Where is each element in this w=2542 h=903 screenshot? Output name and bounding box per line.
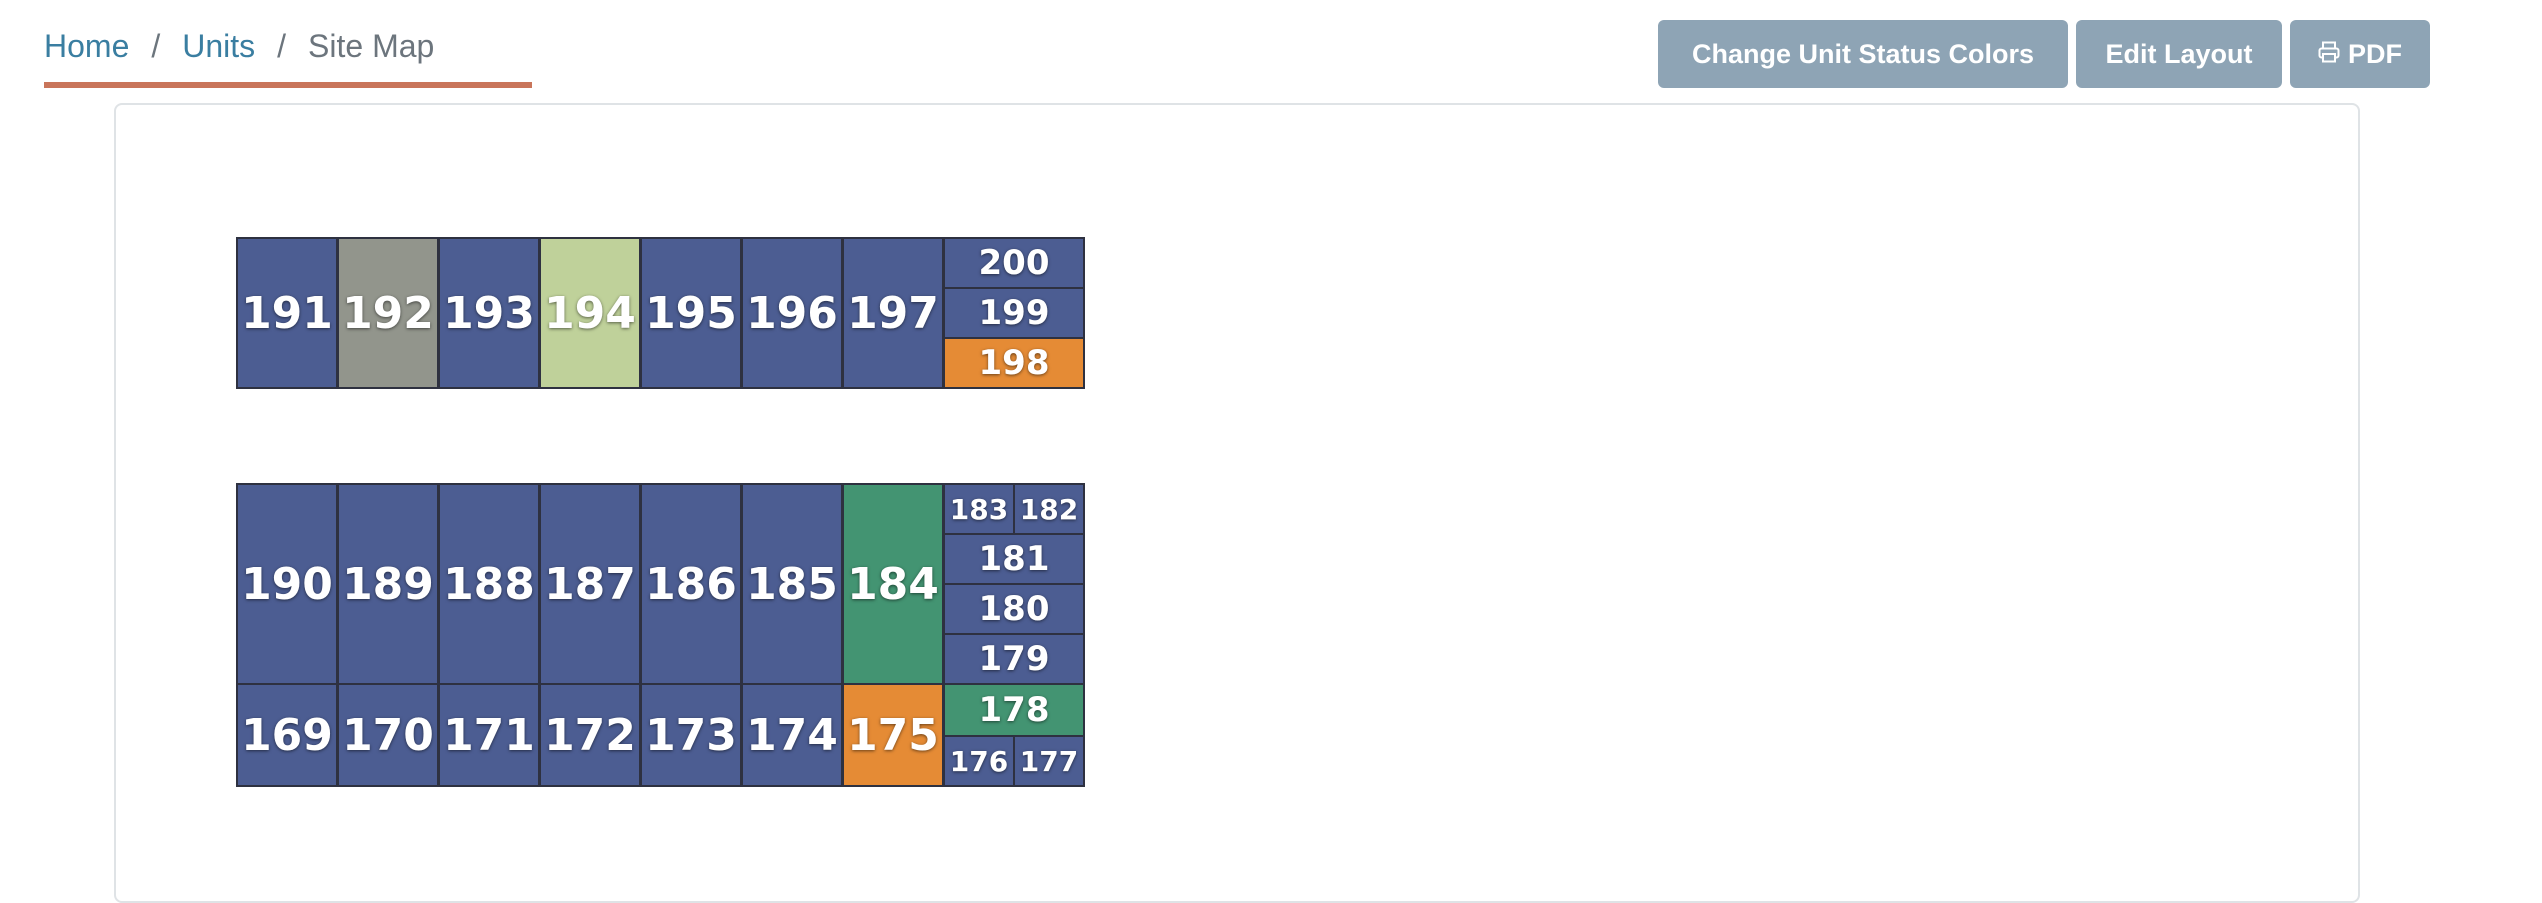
unit-199[interactable]: 199	[943, 287, 1085, 339]
toolbar: Change Unit Status Colors Edit Layout PD…	[1658, 20, 2438, 88]
unit-175[interactable]: 175	[842, 683, 944, 787]
unit-180[interactable]: 180	[943, 583, 1085, 635]
breadcrumb-current: Site Map	[308, 28, 435, 64]
unit-187[interactable]: 187	[539, 483, 641, 685]
unit-184[interactable]: 184	[842, 483, 944, 685]
unit-169[interactable]: 169	[236, 683, 338, 787]
unit-174[interactable]: 174	[741, 683, 843, 787]
unit-191[interactable]: 191	[236, 237, 338, 389]
unit-171[interactable]: 171	[438, 683, 540, 787]
edit-layout-label: Edit Layout	[2105, 38, 2253, 69]
pdf-label: PDF	[2348, 38, 2402, 69]
breadcrumb: Home / Units / Site Map	[44, 28, 434, 65]
unit-190[interactable]: 190	[236, 483, 338, 685]
unit-198[interactable]: 198	[943, 337, 1085, 389]
breadcrumb-units-link[interactable]: Units	[182, 28, 255, 65]
unit-186[interactable]: 186	[640, 483, 742, 685]
unit-173[interactable]: 173	[640, 683, 742, 787]
unit-183[interactable]: 183	[943, 483, 1015, 535]
unit-188[interactable]: 188	[438, 483, 540, 685]
unit-195[interactable]: 195	[640, 237, 742, 389]
unit-185[interactable]: 185	[741, 483, 843, 685]
unit-178[interactable]: 178	[943, 683, 1085, 737]
change-unit-status-colors-button[interactable]: Change Unit Status Colors	[1658, 20, 2068, 88]
unit-189[interactable]: 189	[337, 483, 439, 685]
change-colors-label: Change Unit Status Colors	[1691, 38, 2035, 69]
unit-200[interactable]: 200	[943, 237, 1085, 289]
unit-196[interactable]: 196	[741, 237, 843, 389]
unit-181[interactable]: 181	[943, 533, 1085, 585]
print-icon	[2318, 39, 2340, 70]
unit-177[interactable]: 177	[1013, 735, 1085, 787]
edit-layout-button[interactable]: Edit Layout	[2076, 20, 2282, 88]
unit-197[interactable]: 197	[842, 237, 944, 389]
unit-176[interactable]: 176	[943, 735, 1015, 787]
breadcrumb-home-link[interactable]: Home	[44, 28, 129, 65]
breadcrumb-underline	[44, 82, 532, 88]
pdf-button[interactable]: PDF	[2290, 20, 2430, 88]
breadcrumb-separator: /	[151, 28, 161, 64]
breadcrumb-separator: /	[277, 28, 287, 64]
unit-192[interactable]: 192	[337, 237, 439, 389]
unit-193[interactable]: 193	[438, 237, 540, 389]
unit-172[interactable]: 172	[539, 683, 641, 787]
unit-182[interactable]: 182	[1013, 483, 1085, 535]
unit-179[interactable]: 179	[943, 633, 1085, 685]
unit-170[interactable]: 170	[337, 683, 439, 787]
unit-194[interactable]: 194	[539, 237, 641, 389]
